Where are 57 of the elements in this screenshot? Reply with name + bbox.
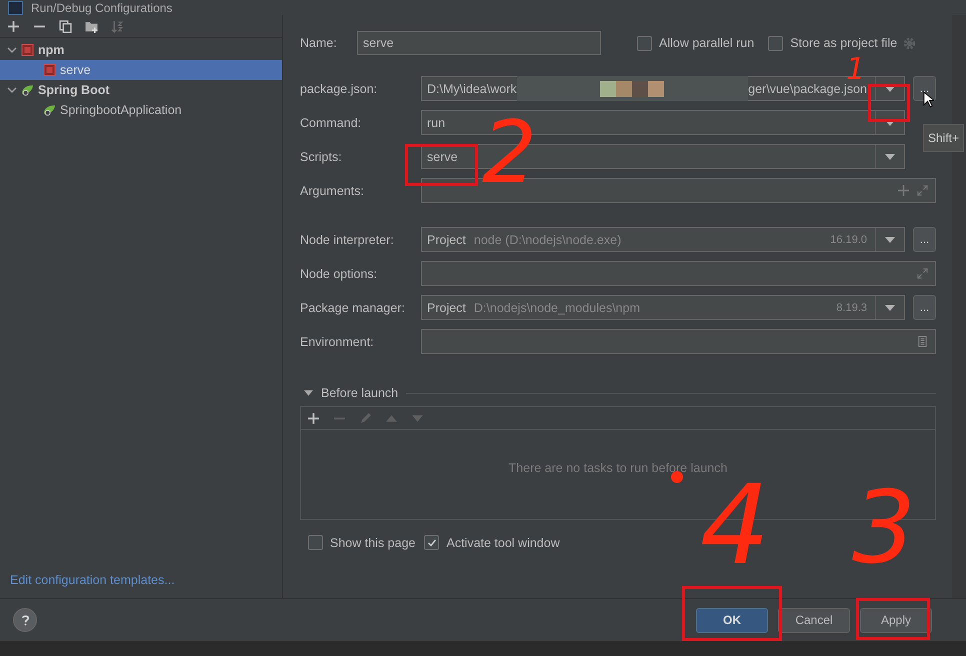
field-label: Name:	[300, 36, 338, 50]
interpreter-combo-field[interactable]: Project D:\nodejs\node_modules\npm 8.19.3	[421, 295, 905, 320]
tree-item[interactable]: serve	[0, 60, 282, 80]
field-label: package.json:	[300, 82, 378, 96]
highlight-rectangle	[868, 84, 910, 122]
edit-templates-link[interactable]: Edit configuration templates...	[0, 573, 282, 598]
dialog-button[interactable]: Apply	[860, 608, 932, 632]
section-title: Before launch	[321, 386, 398, 400]
field-label: Package manager:	[300, 300, 406, 314]
document-icon[interactable]	[917, 336, 928, 347]
annotation-number: 3	[852, 478, 916, 578]
checkbox[interactable]: Show this page	[308, 535, 416, 550]
dropdown-arrow-icon[interactable]	[885, 236, 895, 242]
browse-button[interactable]: ...	[913, 227, 936, 252]
dropdown-arrow-icon[interactable]	[885, 86, 895, 92]
copy-icon[interactable]	[59, 20, 72, 32]
tree-group-label[interactable]: npm	[38, 43, 64, 57]
dropdown-arrow-icon[interactable]	[885, 154, 895, 160]
leaf-gear-icon	[43, 104, 56, 116]
browse-button[interactable]: ...	[913, 295, 936, 320]
field-label: Arguments:	[300, 184, 365, 198]
field-label: Node interpreter:	[300, 232, 395, 246]
name-field[interactable]: serve	[357, 31, 601, 55]
checkbox[interactable]: Allow parallel run	[637, 36, 754, 50]
tree-item[interactable]: SpringbootApplication	[0, 100, 282, 120]
npm-icon	[21, 44, 34, 56]
mouse-pointer-icon	[923, 91, 934, 108]
new-folder-icon[interactable]	[85, 20, 98, 32]
annotation-dot	[671, 471, 683, 483]
checkbox[interactable]: Activate tool window	[424, 535, 560, 550]
add-icon[interactable]	[307, 412, 320, 424]
field-label: Command:	[300, 116, 362, 130]
add-icon[interactable]	[7, 20, 20, 32]
dropdown-arrow-icon[interactable]	[885, 304, 895, 310]
leaf-gear-icon	[21, 84, 34, 96]
collapse-triangle-icon[interactable]	[304, 390, 313, 396]
checkmark-icon	[426, 538, 437, 548]
question-mark-icon	[20, 614, 30, 626]
expand-chevron-icon[interactable]	[7, 85, 17, 95]
empty-list-message: There are no tasks to run before launch	[508, 460, 728, 474]
npm-icon	[43, 64, 56, 76]
tooltip: Shift+	[923, 124, 964, 152]
field-label: Node options:	[300, 266, 378, 280]
checkbox[interactable]: Store as project file	[768, 36, 898, 50]
text-field[interactable]	[421, 261, 936, 286]
dialog-button[interactable]: OK	[696, 608, 768, 632]
tree-group-label[interactable]: Spring Boot	[38, 83, 110, 97]
window-title: Run/Debug Configurations	[31, 0, 172, 14]
text-field[interactable]	[421, 329, 936, 354]
dialog-button[interactable]: Cancel	[778, 608, 850, 632]
help-button[interactable]	[13, 608, 37, 632]
field-label: Scripts:	[300, 150, 343, 164]
app-logo-icon	[8, 0, 23, 14]
interpreter-combo-field[interactable]: Project node (D:\nodejs\node.exe) 16.19.0	[421, 227, 905, 252]
field-label: Environment:	[300, 334, 375, 348]
browse-button[interactable]: ...	[913, 76, 936, 101]
expand-chevron-icon[interactable]	[7, 45, 17, 55]
